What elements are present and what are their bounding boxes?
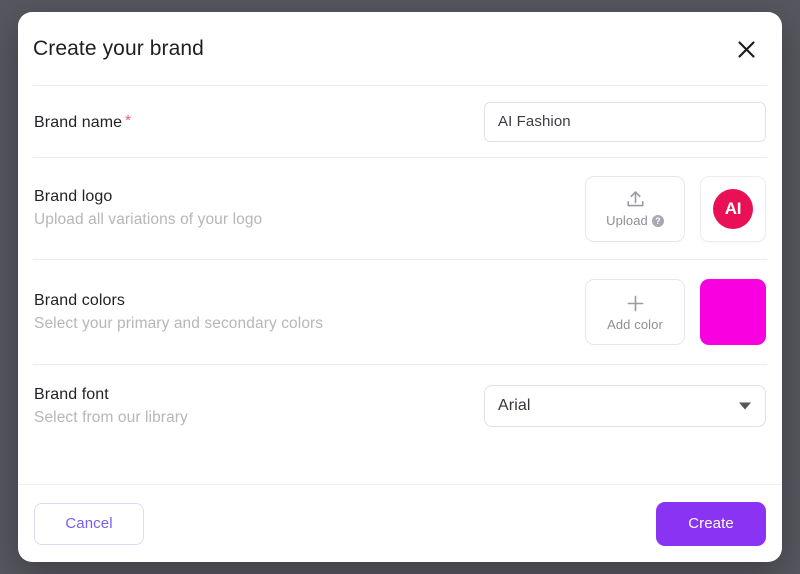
close-button[interactable] xyxy=(732,35,760,63)
brand-font-control: Arial xyxy=(484,385,766,427)
upload-label-group: Upload ? xyxy=(606,213,664,228)
upload-icon xyxy=(625,189,646,210)
plus-icon xyxy=(625,293,646,314)
logo-avatar: AI xyxy=(713,188,753,229)
page-title: Create your brand xyxy=(33,36,204,60)
dialog-header: Create your brand xyxy=(18,12,782,85)
add-color-button[interactable]: Add color xyxy=(585,279,685,345)
brand-font-selected-value: Arial xyxy=(498,397,531,414)
help-icon[interactable]: ? xyxy=(651,214,664,227)
field-row-brand-font: Brand font Select from our library Arial xyxy=(33,364,767,447)
cancel-button[interactable]: Cancel xyxy=(34,502,144,545)
brand-name-label-text: Brand name xyxy=(34,113,123,131)
logo-thumbnail[interactable]: AI xyxy=(700,175,766,242)
create-brand-dialog: Create your brand Brand name * AI Fashio… xyxy=(18,12,782,562)
field-row-brand-name: Brand name * xyxy=(33,85,767,157)
field-row-brand-logo: Brand logo Upload all variations of your… xyxy=(33,157,767,259)
upload-label: Upload xyxy=(606,213,648,228)
brand-font-label: Brand font xyxy=(34,385,109,403)
brand-colors-label: Brand colors xyxy=(34,291,126,309)
brand-colors-subtitle: Select your primary and secondary colors xyxy=(34,314,324,332)
brand-name-input[interactable] xyxy=(484,101,766,142)
dialog-body: Brand name* Brand logo Upload all variat… xyxy=(18,85,782,484)
brand-name-label-group: Brand name * xyxy=(34,111,131,133)
required-marker: * xyxy=(125,111,132,129)
upload-logo-button[interactable]: Upload ? xyxy=(585,175,685,242)
brand-name-control xyxy=(484,101,766,142)
brand-font-label-group: Brand font Select from our library xyxy=(34,385,188,428)
brand-name-label: Brand name * xyxy=(34,111,131,133)
brand-font-select[interactable]: Arial xyxy=(484,385,766,427)
dialog-footer: Cancel Create xyxy=(18,484,782,562)
brand-logo-control: Upload ? AI xyxy=(585,175,766,242)
add-color-label: Add color xyxy=(607,316,663,332)
brand-logo-subtitle: Upload all variations of your logo xyxy=(34,211,263,228)
brand-logo-label-group: Brand logo Upload all variations of your… xyxy=(34,187,262,230)
create-button[interactable]: Create xyxy=(656,501,766,546)
brand-font-select-wrap: Arial xyxy=(484,385,766,427)
brand-colors-label-group: Brand colors Select your primary and sec… xyxy=(34,291,323,334)
field-row-brand-colors: Brand colors Select your primary and sec… xyxy=(33,259,767,364)
brand-colors-control: Add color xyxy=(585,279,766,345)
logo-initials: AI xyxy=(724,198,742,218)
color-swatch-primary[interactable] xyxy=(700,279,766,345)
brand-logo-label: Brand logo xyxy=(34,188,113,205)
brand-font-subtitle: Select from our library xyxy=(34,408,188,426)
close-icon xyxy=(737,40,756,59)
